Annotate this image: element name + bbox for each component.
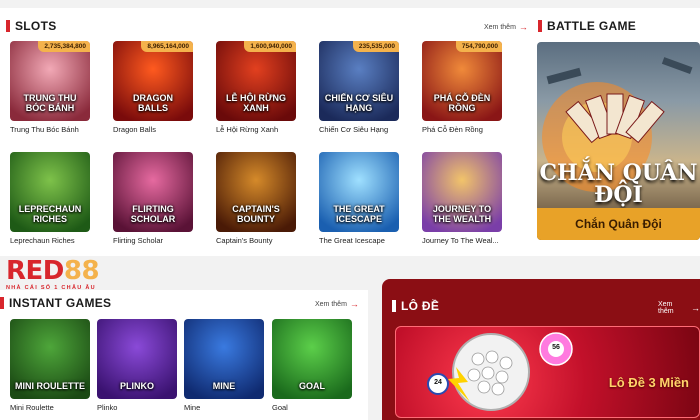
slots-game-tile[interactable]: 2,735,384,800 TRUNG THU BÓC BÁNH Trung Thu…	[10, 41, 90, 134]
lode-section: LÔ ĐỀ Xem thêm → 56 24 Lô Đề 3 Miền	[382, 279, 700, 420]
instant-see-more-link[interactable]: Xem thêm →	[315, 299, 359, 309]
game-logo-text: MINE	[212, 380, 236, 391]
instant-game-tile[interactable]: MINE Mine	[184, 319, 264, 412]
slots-game-tile[interactable]: 754,790,000 PHÁ CỖ ĐÈN RỒNG Phá Cỗ Đèn Rồn…	[422, 41, 502, 134]
game-name[interactable]: Flirting Scholar	[113, 236, 223, 245]
instant-game-thumbnail[interactable]: GOAL	[272, 319, 352, 399]
see-more-label: Xem thêm	[315, 300, 347, 308]
instant-header: INSTANT GAMES	[0, 296, 111, 310]
game-logo-text: GOAL	[299, 380, 325, 391]
game-name[interactable]: Trung Thu Bóc Bánh	[10, 125, 120, 134]
lode-art	[427, 332, 573, 411]
arrow-right-icon: →	[349, 299, 359, 309]
instant-title: INSTANT GAMES	[9, 296, 112, 310]
battle-game-card[interactable]: CHẮN QUÂN ĐỘI Chắn Quân Đội	[537, 42, 700, 240]
game-logo-text: PLINKO	[119, 380, 154, 391]
jackpot-badge: 235,535,000	[352, 41, 399, 52]
slots-game-tile[interactable]: FLIRTING SCHOLAR Flirting Scholar	[113, 152, 193, 245]
arrow-right-icon: →	[691, 303, 700, 313]
slots-game-thumbnail[interactable]: 1,600,940,000 LỄ HỘI RỪNG XANH	[216, 41, 296, 121]
instant-game-thumbnail[interactable]: MINE	[184, 319, 264, 399]
game-logo-text: PHÁ CỖ ĐÈN RỒNG	[433, 93, 491, 113]
slots-game-tile[interactable]: 1,600,940,000 LỄ HỘI RỪNG XANH Lễ Hội Rừng…	[216, 41, 296, 134]
see-more-label: Xem thêm	[658, 301, 674, 315]
game-name[interactable]: Captain's Bounty	[216, 236, 326, 245]
game-logo-text: THE GREAT ICESCAPE	[333, 204, 385, 224]
jackpot-badge: 1,600,940,000	[244, 41, 296, 52]
instant-game-tile[interactable]: PLINKO Plinko	[97, 319, 177, 412]
game-name[interactable]: Dragon Balls	[113, 125, 223, 134]
jackpot-badge: 2,735,384,800	[38, 41, 90, 52]
game-name[interactable]: Chiến Cơ Siêu Hạng	[319, 125, 429, 134]
slots-game-thumbnail[interactable]: LEPRECHAUN RICHES	[10, 152, 90, 232]
logo-main: RED	[6, 256, 64, 286]
game-name[interactable]: Phá Cỗ Đèn Rồng	[422, 125, 532, 134]
slots-game-tile[interactable]: THE GREAT ICESCAPE The Great Icescape	[319, 152, 399, 245]
slots-game-tile[interactable]: CAPTAIN'S BOUNTY Captain's Bounty	[216, 152, 296, 245]
jackpot-badge: 754,790,000	[455, 41, 502, 52]
section-marker	[538, 20, 542, 32]
game-logo-text: CHIẾN CƠ SIÊU HẠNG	[324, 93, 394, 113]
instant-game-thumbnail[interactable]: MINI ROULETTE	[10, 319, 90, 399]
slots-game-thumbnail[interactable]: FLIRTING SCHOLAR	[113, 152, 193, 232]
slots-game-thumbnail[interactable]: 8,965,164,000 DRAGON BALLS	[113, 41, 193, 121]
game-name[interactable]: Journey To The Weal...	[422, 236, 532, 245]
slots-header: SLOTS	[6, 19, 57, 33]
battle-card-art-text: CHẮN QUÂN ĐỘI	[539, 160, 698, 208]
game-logo-text: JOURNEY TO THE WEALTH	[432, 204, 492, 224]
lode-see-more-link[interactable]: Xem thêm →	[658, 301, 700, 315]
slots-title: SLOTS	[15, 19, 57, 33]
slots-game-tile[interactable]: JOURNEY TO THE WEALTH Journey To The Weal…	[422, 152, 502, 245]
section-marker	[6, 20, 10, 32]
game-logo-text: CAPTAIN'S BOUNTY	[232, 204, 280, 224]
game-logo-text: LỄ HỘI RỪNG XANH	[226, 93, 286, 113]
slots-game-thumbnail[interactable]: JOURNEY TO THE WEALTH	[422, 152, 502, 232]
game-logo-text: MINI ROULETTE	[15, 380, 85, 391]
arrow-right-icon: →	[518, 22, 528, 32]
lode-title: LÔ ĐỀ	[401, 299, 440, 313]
slots-see-more-link[interactable]: Xem thêm →	[484, 22, 528, 32]
game-name[interactable]: Leprechaun Riches	[10, 236, 120, 245]
battle-title: BATTLE GAME	[547, 19, 637, 33]
jackpot-badge: 8,965,164,000	[141, 41, 193, 52]
lode-card-label: Lô Đề 3 Miền	[608, 375, 689, 390]
lode-game-card[interactable]: 56 24 Lô Đề 3 Miền	[395, 326, 700, 418]
game-name[interactable]: The Great Icescape	[319, 236, 429, 245]
game-logo-text: DRAGON BALLS	[133, 93, 173, 113]
see-more-label: Xem thêm	[484, 23, 516, 31]
battle-header: BATTLE GAME	[538, 19, 636, 33]
battle-card-label: Chắn Quân Đội	[537, 208, 700, 240]
slots-game-thumbnail[interactable]: THE GREAT ICESCAPE	[319, 152, 399, 232]
slots-section: SLOTS Xem thêm → 2,735,384,800 TRUNG THU …	[0, 8, 530, 256]
section-marker	[0, 297, 4, 309]
lotto-ball-number: 24	[434, 379, 442, 386]
slots-game-thumbnail[interactable]: 235,535,000 CHIẾN CƠ SIÊU HẠNG	[319, 41, 399, 121]
logo-num: 88	[63, 256, 100, 286]
game-name[interactable]: Lễ Hội Rừng Xanh	[216, 125, 326, 134]
slots-game-tile[interactable]: LEPRECHAUN RICHES Leprechaun Riches	[10, 152, 90, 245]
lotto-ball-number: 56	[552, 344, 560, 351]
instant-game-thumbnail[interactable]: PLINKO	[97, 319, 177, 399]
game-name[interactable]: Goal	[272, 403, 382, 412]
instant-game-tile[interactable]: GOAL Goal	[272, 319, 352, 412]
game-logo-text: LEPRECHAUN RICHES	[18, 204, 82, 224]
instant-section: INSTANT GAMES Xem thêm → MINI ROULETTE Mi…	[0, 290, 368, 420]
slots-game-thumbnail[interactable]: CAPTAIN'S BOUNTY	[216, 152, 296, 232]
slots-game-tile[interactable]: 235,535,000 CHIẾN CƠ SIÊU HẠNG Chiến Cơ Si…	[319, 41, 399, 134]
slots-game-tile[interactable]: 8,965,164,000 DRAGON BALLS Dragon Balls	[113, 41, 193, 134]
instant-game-tile[interactable]: MINI ROULETTE Mini Roulette	[10, 319, 90, 412]
game-logo-text: FLIRTING SCHOLAR	[130, 204, 176, 224]
slots-game-thumbnail[interactable]: 2,735,384,800 TRUNG THU BÓC BÁNH	[10, 41, 90, 121]
slots-game-thumbnail[interactable]: 754,790,000 PHÁ CỖ ĐÈN RỒNG	[422, 41, 502, 121]
lode-header: LÔ ĐỀ	[392, 299, 439, 313]
brand-logo: RED88 NHÀ CÁI SỐ 1 CHÂU ÂU	[6, 256, 100, 291]
game-logo-text: TRUNG THU BÓC BÁNH	[23, 93, 77, 113]
section-marker	[392, 300, 396, 312]
logo-text: RED88	[6, 256, 100, 286]
battle-section: BATTLE GAME CHẮN QUÂN ĐỘI Chắn Quân Đội	[530, 8, 700, 256]
